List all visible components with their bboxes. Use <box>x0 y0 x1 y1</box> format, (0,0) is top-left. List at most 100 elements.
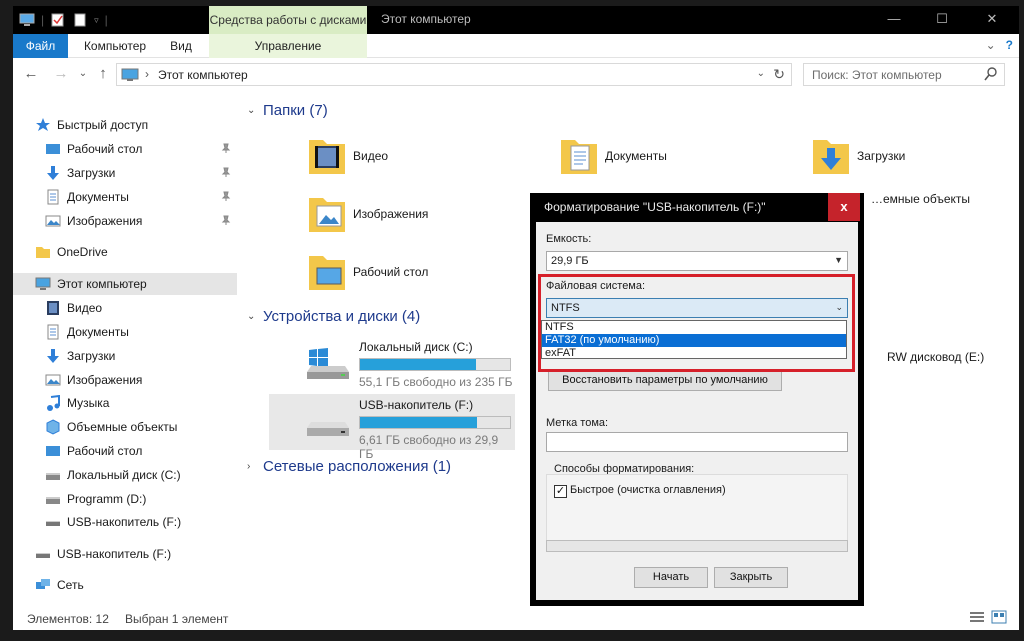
restore-defaults-button[interactable]: Восстановить параметры по умолчанию <box>548 370 782 391</box>
address-bar[interactable]: › Этот компьютер ⌄ ↻ <box>116 63 792 86</box>
folder-desktop[interactable]: Рабочий стол <box>307 250 428 294</box>
drive-icon <box>45 467 61 483</box>
search-input[interactable]: Поиск: Этот компьютер <box>803 63 1005 86</box>
drive-free-space: 55,1 ГБ свободно из 235 ГБ <box>359 375 513 389</box>
pin-icon[interactable] <box>221 167 231 180</box>
sidebar-item[interactable]: Документы <box>13 186 237 208</box>
maximize-button[interactable]: ☐ <box>919 6 965 34</box>
volume-label-input[interactable] <box>546 432 848 452</box>
status-selected: Выбран 1 элемент <box>125 612 229 626</box>
sidebar-item-label: Музыка <box>67 396 110 410</box>
sidebar-item[interactable]: Рабочий стол <box>13 138 237 160</box>
expand-ribbon-icon[interactable]: ⌄ <box>986 38 996 52</box>
address-dropdown-icon[interactable]: ⌄ <box>757 68 765 79</box>
close-dialog-button[interactable]: Закрыть <box>714 567 788 588</box>
dialog-title: Форматирование "USB-накопитель (F:)" <box>544 200 766 214</box>
drive-dvd-e[interactable]: RW дисковод (E:) <box>887 350 984 364</box>
sidebar-item[interactable]: USB-накопитель (F:) <box>13 543 237 565</box>
sidebar-item[interactable]: Этот компьютер <box>13 273 237 295</box>
start-button[interactable]: Начать <box>634 567 708 588</box>
sidebar-item[interactable]: Изображения <box>13 210 237 232</box>
up-button[interactable]: ↑ <box>93 65 113 82</box>
download-icon <box>45 348 61 364</box>
back-button[interactable]: ← <box>21 65 41 82</box>
collapse-chevron-icon[interactable]: ⌄ <box>247 311 257 322</box>
drive-c[interactable]: Локальный диск (C:) 55,1 ГБ свободно из … <box>269 336 515 392</box>
new-folder-icon[interactable] <box>72 13 88 27</box>
search-icon[interactable] <box>984 66 998 85</box>
onedrive-icon <box>35 244 51 260</box>
drive-usb-f[interactable]: USB-накопитель (F:) 6,61 ГБ свободно из … <box>269 394 515 461</box>
folder-3d-objects[interactable]: …емные объекты <box>871 192 970 206</box>
sidebar-item[interactable]: Быстрый доступ <box>13 114 237 136</box>
sidebar-item-label: Загрузки <box>67 166 116 180</box>
capacity-select[interactable]: 29,9 ГБ ▼ <box>546 251 848 271</box>
breadcrumb-this-pc[interactable]: Этот компьютер <box>158 68 248 82</box>
quick-format-label: Быстрое (очистка оглавления) <box>570 484 726 496</box>
sidebar-item-label: Programm (D:) <box>67 492 147 506</box>
pin-icon[interactable] <box>221 191 231 204</box>
group-network[interactable]: › Сетевые расположения (1) <box>247 458 451 475</box>
collapse-chevron-icon[interactable]: ⌄ <box>247 105 257 116</box>
expand-chevron-icon[interactable]: › <box>247 461 257 472</box>
refresh-icon[interactable]: ↻ <box>773 66 785 83</box>
tab-view[interactable]: Вид <box>163 34 199 58</box>
recent-locations-icon[interactable]: ⌄ <box>73 68 93 79</box>
sidebar-item[interactable]: Музыка <box>13 392 237 414</box>
windows-drive-icon <box>305 346 351 385</box>
folder-label: Документы <box>605 149 667 163</box>
capacity-value: 29,9 ГБ <box>551 255 589 267</box>
sidebar-item[interactable]: Загрузки <box>13 345 237 367</box>
folder-downloads[interactable]: Загрузки <box>811 134 905 178</box>
forward-button[interactable]: → <box>51 65 71 82</box>
large-icons-view-icon[interactable] <box>991 610 1007 627</box>
sidebar-item[interactable]: Объемные объекты <box>13 416 237 438</box>
sidebar-item[interactable]: USB-накопитель (F:) <box>13 511 237 533</box>
sidebar-item[interactable]: OneDrive <box>13 241 237 263</box>
drive-label: RW дисковод (E:) <box>887 350 985 364</box>
pin-icon[interactable] <box>221 143 231 156</box>
computer-icon[interactable] <box>19 13 35 27</box>
sidebar-item[interactable]: Programm (D:) <box>13 488 237 510</box>
sidebar-item[interactable]: Документы <box>13 321 237 343</box>
desktop-icon <box>45 443 61 459</box>
sidebar-item[interactable]: Видео <box>13 297 237 319</box>
window-title: Этот компьютер <box>381 12 471 26</box>
close-button[interactable]: ✕ <box>969 6 1015 34</box>
tab-manage[interactable]: Управление <box>209 34 367 58</box>
group-folders[interactable]: ⌄ Папки (7) <box>247 102 328 119</box>
computer-icon <box>121 68 139 85</box>
details-view-icon[interactable] <box>969 610 985 627</box>
desktop-icon <box>45 141 61 157</box>
folder-label: Изображения <box>353 207 429 221</box>
sidebar-item[interactable]: Рабочий стол <box>13 440 237 462</box>
customize-qat-icon[interactable]: ▿ <box>94 15 99 26</box>
video-folder-icon <box>307 134 347 178</box>
folder-label: Рабочий стол <box>353 265 429 279</box>
format-dialog: Форматирование "USB-накопитель (F:)" x Е… <box>530 193 864 606</box>
image-icon <box>45 213 61 229</box>
tab-file[interactable]: Файл <box>13 34 68 58</box>
sidebar-item[interactable]: Загрузки <box>13 162 237 184</box>
pictures-folder-icon <box>307 192 347 236</box>
group-folders-label: Папки (7) <box>263 102 328 119</box>
tab-computer[interactable]: Компьютер <box>75 34 155 58</box>
chevron-down-icon: ▼ <box>834 255 843 265</box>
drive-usage-bar <box>359 416 511 429</box>
help-icon[interactable]: ? <box>1006 38 1013 52</box>
sidebar-item-label: Объемные объекты <box>67 420 178 434</box>
sidebar-item[interactable]: Локальный диск (C:) <box>13 464 237 486</box>
folder-pictures[interactable]: Изображения <box>307 192 428 236</box>
pin-icon[interactable] <box>221 215 231 228</box>
properties-icon[interactable] <box>50 13 66 27</box>
minimize-button[interactable]: — <box>871 6 917 34</box>
folder-video[interactable]: Видео <box>307 134 388 178</box>
sidebar-item[interactable]: Изображения <box>13 369 237 391</box>
dialog-close-button[interactable]: x <box>828 193 860 221</box>
group-devices[interactable]: ⌄ Устройства и диски (4) <box>247 308 420 325</box>
sidebar-item-label: OneDrive <box>57 245 108 259</box>
sidebar-item[interactable]: Сеть <box>13 574 237 596</box>
quick-access-toolbar: | ▿ | <box>19 11 108 29</box>
folder-documents[interactable]: Документы <box>559 134 667 178</box>
quick-format-checkbox[interactable]: ✓ <box>554 485 567 498</box>
